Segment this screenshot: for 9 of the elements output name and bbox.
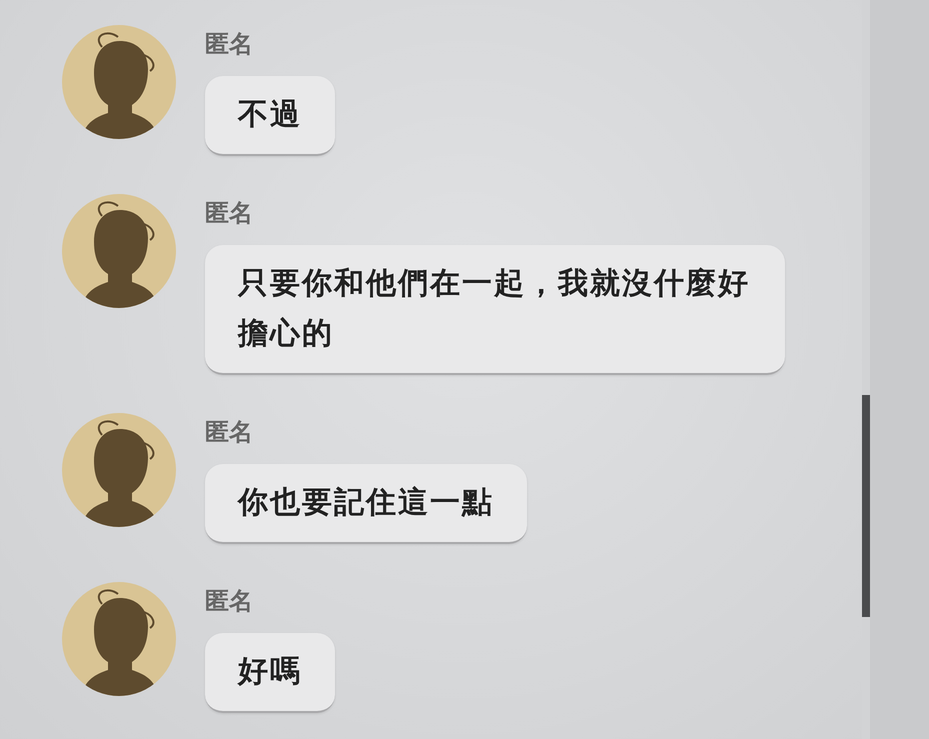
message-bubble: 你也要記住這一點 [205, 464, 527, 544]
scrollbar-thumb[interactable] [862, 395, 870, 617]
sender-name: 匿名 [205, 587, 253, 615]
message-bubble: 只要你和他們在一起，我就沒什麼好擔心的 [205, 245, 785, 375]
sender-name: 匿名 [205, 418, 253, 446]
sender-name: 匿名 [205, 199, 253, 227]
sender-name: 匿名 [205, 30, 253, 58]
message-bubble: 好嗎 [205, 633, 335, 713]
message-bubble: 不過 [205, 76, 335, 156]
